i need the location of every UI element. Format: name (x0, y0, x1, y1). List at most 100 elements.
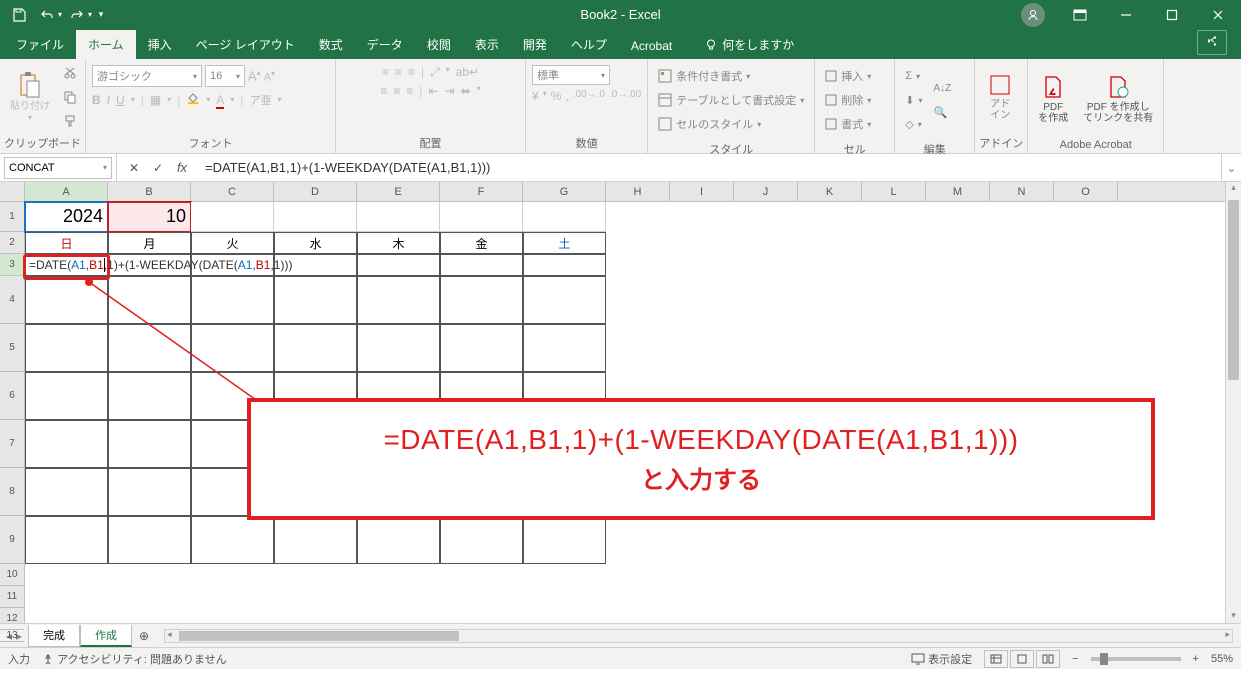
insert-cells-button[interactable]: 挿入▾ (821, 65, 888, 87)
col-header[interactable]: A (25, 182, 108, 201)
cells-area[interactable]: 2024 10 日 月 火 水 木 金 土 (25, 202, 1225, 623)
cell[interactable] (440, 324, 523, 372)
scroll-down-icon[interactable]: ▾ (1226, 610, 1241, 621)
cell[interactable] (440, 254, 523, 276)
merge-icon[interactable]: ⬌ (461, 84, 471, 98)
tab-review[interactable]: 校閲 (415, 30, 463, 59)
col-header[interactable]: I (670, 182, 734, 201)
indent-decrease-icon[interactable]: ⇤ (428, 84, 438, 98)
col-header[interactable]: C (191, 182, 274, 201)
redo-dropdown-icon[interactable]: ▾ (88, 10, 92, 19)
row-header[interactable]: 3 (0, 254, 24, 276)
undo-dropdown-icon[interactable]: ▾ (58, 10, 62, 19)
cell[interactable] (191, 202, 274, 232)
align-left-icon[interactable]: ≡ (380, 84, 387, 98)
close-icon[interactable] (1195, 0, 1241, 29)
user-avatar-icon[interactable] (1021, 3, 1045, 27)
view-pagelayout-icon[interactable] (1010, 650, 1034, 668)
row-header[interactable]: 11 (0, 586, 24, 608)
select-all-button[interactable] (0, 182, 25, 201)
italic-button[interactable]: I (107, 93, 110, 107)
copy-button[interactable] (59, 86, 81, 108)
scroll-left-icon[interactable]: ◂ (167, 629, 172, 640)
share-button[interactable] (1197, 30, 1227, 55)
col-header[interactable]: E (357, 182, 440, 201)
cell[interactable] (108, 420, 191, 468)
cell[interactable] (274, 276, 357, 324)
cell[interactable] (357, 276, 440, 324)
col-header[interactable]: J (734, 182, 798, 201)
row-header[interactable]: 13 (0, 630, 24, 642)
clear-button[interactable]: ◇▾ (901, 113, 926, 135)
decrease-font-icon[interactable]: A▾ (264, 69, 275, 84)
create-pdf-button[interactable]: PDF を作成 (1032, 72, 1074, 126)
view-pagebreak-icon[interactable] (1036, 650, 1060, 668)
paste-button[interactable]: 貼り付け ▾ (4, 69, 56, 125)
align-middle-icon[interactable]: ≡ (395, 65, 402, 80)
font-color-button[interactable]: A (216, 93, 224, 107)
fill-color-button[interactable] (186, 91, 200, 108)
cancel-formula-button[interactable]: ✕ (123, 157, 145, 179)
scroll-right-icon[interactable]: ▸ (1225, 629, 1230, 640)
row-header[interactable]: 1 (0, 202, 24, 232)
sheet-tab[interactable]: 完成 (28, 625, 80, 647)
col-header[interactable]: O (1054, 182, 1118, 201)
col-header[interactable]: G (523, 182, 606, 201)
cell[interactable] (108, 468, 191, 516)
cell[interactable] (440, 516, 523, 564)
col-header[interactable]: M (926, 182, 990, 201)
cut-button[interactable] (59, 62, 81, 84)
tab-insert[interactable]: 挿入 (136, 30, 184, 59)
qa-customize-icon[interactable]: ▾ (94, 3, 108, 27)
cell-day-header[interactable]: 水 (274, 232, 357, 254)
redo-icon[interactable] (64, 3, 90, 27)
tab-home[interactable]: ホーム (76, 30, 136, 59)
col-header[interactable]: F (440, 182, 523, 201)
cell[interactable] (274, 324, 357, 372)
cell-styles-button[interactable]: セルのスタイル▾ (654, 113, 808, 135)
row-header[interactable]: 10 (0, 564, 24, 586)
delete-cells-button[interactable]: 削除▾ (821, 89, 888, 111)
cell-a1[interactable]: 2024 (25, 202, 108, 232)
comma-icon[interactable]: , (565, 89, 568, 103)
display-settings-button[interactable]: 表示設定 (911, 651, 972, 667)
tab-view[interactable]: 表示 (463, 30, 511, 59)
enter-formula-button[interactable]: ✓ (147, 157, 169, 179)
undo-icon[interactable] (34, 3, 60, 27)
align-top-icon[interactable]: ≡ (382, 65, 389, 80)
row-header[interactable]: 2 (0, 232, 24, 254)
zoom-in-button[interactable]: + (1193, 653, 1199, 665)
tab-pagelayout[interactable]: ページ レイアウト (184, 30, 307, 59)
scroll-up-icon[interactable]: ▴ (1226, 182, 1241, 193)
format-as-table-button[interactable]: テーブルとして書式設定▾ (654, 89, 808, 111)
wrap-text-icon[interactable]: ab↵ (456, 65, 479, 80)
vertical-scrollbar[interactable]: ▴ ▾ (1225, 182, 1241, 623)
bold-button[interactable]: B (92, 93, 101, 107)
cell[interactable] (440, 202, 523, 232)
cell[interactable] (357, 254, 440, 276)
row-header[interactable]: 8 (0, 468, 24, 516)
col-header[interactable]: D (274, 182, 357, 201)
maximize-icon[interactable] (1149, 0, 1195, 29)
border-button[interactable]: ▦ (150, 93, 161, 107)
cell[interactable] (523, 202, 606, 232)
col-header[interactable]: L (862, 182, 926, 201)
row-header[interactable]: 4 (0, 276, 24, 324)
tell-me-search[interactable]: 何をしますか (696, 30, 802, 59)
conditional-format-button[interactable]: 条件付き書式▾ (654, 65, 808, 87)
addin-button[interactable]: アド イン (979, 71, 1021, 123)
cell[interactable] (357, 324, 440, 372)
view-normal-icon[interactable] (984, 650, 1008, 668)
cell[interactable] (440, 276, 523, 324)
add-sheet-button[interactable]: ⊕ (132, 629, 156, 643)
align-bottom-icon[interactable]: ≡ (408, 65, 415, 80)
horizontal-scrollbar[interactable]: ◂ ▸ (164, 629, 1233, 643)
cell[interactable] (191, 516, 274, 564)
zoom-out-button[interactable]: − (1072, 653, 1078, 665)
save-icon[interactable] (6, 3, 32, 27)
cell[interactable] (25, 468, 108, 516)
cell-day-header[interactable]: 金 (440, 232, 523, 254)
col-header[interactable]: B (108, 182, 191, 201)
tab-developer[interactable]: 開発 (511, 30, 559, 59)
format-cells-button[interactable]: 書式▾ (821, 113, 888, 135)
